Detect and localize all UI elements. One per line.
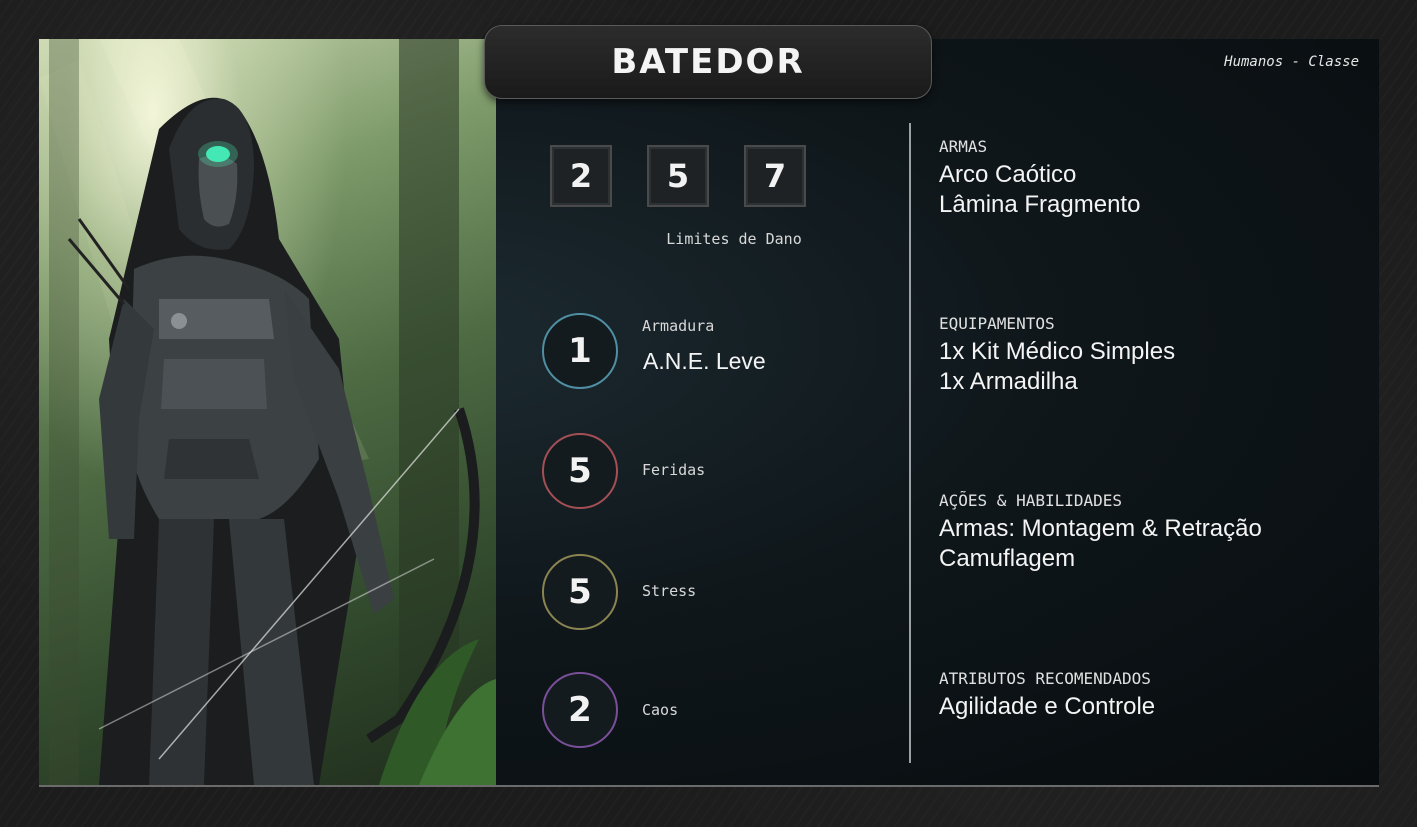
abilities-heading: AÇÕES & HABILIDADES (939, 491, 1123, 510)
ability-item: Camuflagem (939, 545, 1076, 572)
ability-item: Armas: Montagem & Retração (939, 515, 1262, 542)
wounds-value: 5 (542, 433, 618, 509)
class-card: Humanos - Classe 2 5 7 Limites de Dano 1… (39, 39, 1379, 787)
hooded-archer-illustration (39, 39, 496, 785)
damage-limit-3: 7 (744, 145, 806, 207)
stress-label: Stress (642, 582, 697, 600)
column-divider (909, 123, 911, 763)
attributes-section: ATRIBUTOS RECOMENDADOS Agilidade e Contr… (939, 669, 1155, 722)
chaos-value: 2 (542, 672, 618, 748)
class-subtitle: Humanos - Classe (1224, 54, 1359, 70)
weapon-item: Arco Caótico (939, 161, 1077, 188)
armor-label: Armadura (642, 317, 715, 335)
armor-value: 1 (542, 313, 618, 389)
attribute-item: Agilidade e Controle (939, 693, 1156, 720)
armor-detail: A.N.E. Leve (643, 348, 766, 374)
attributes-heading: ATRIBUTOS RECOMENDADOS (939, 669, 1151, 688)
character-portrait (39, 39, 496, 785)
damage-limits-label: Limites de Dano (666, 230, 802, 248)
equipment-heading: EQUIPAMENTOS (939, 314, 1055, 333)
equipment-section: EQUIPAMENTOS 1x Kit Médico Simples 1x Ar… (939, 314, 1175, 397)
equipment-item: 1x Armadilha (939, 368, 1078, 395)
class-title: BATEDOR (611, 42, 805, 82)
weapons-heading: ARMAS (939, 137, 988, 156)
weapons-section: ARMAS Arco Caótico Lâmina Fragmento (939, 137, 1140, 220)
damage-limit-1: 2 (550, 145, 612, 207)
equipment-item: 1x Kit Médico Simples (939, 338, 1176, 365)
weapon-item: Lâmina Fragmento (939, 191, 1141, 218)
stress-value: 5 (542, 554, 618, 630)
abilities-section: AÇÕES & HABILIDADES Armas: Montagem & Re… (939, 491, 1262, 574)
class-title-tab: BATEDOR (484, 25, 932, 99)
damage-limit-2: 5 (647, 145, 709, 207)
chaos-label: Caos (642, 701, 679, 719)
wounds-label: Feridas (642, 461, 706, 479)
